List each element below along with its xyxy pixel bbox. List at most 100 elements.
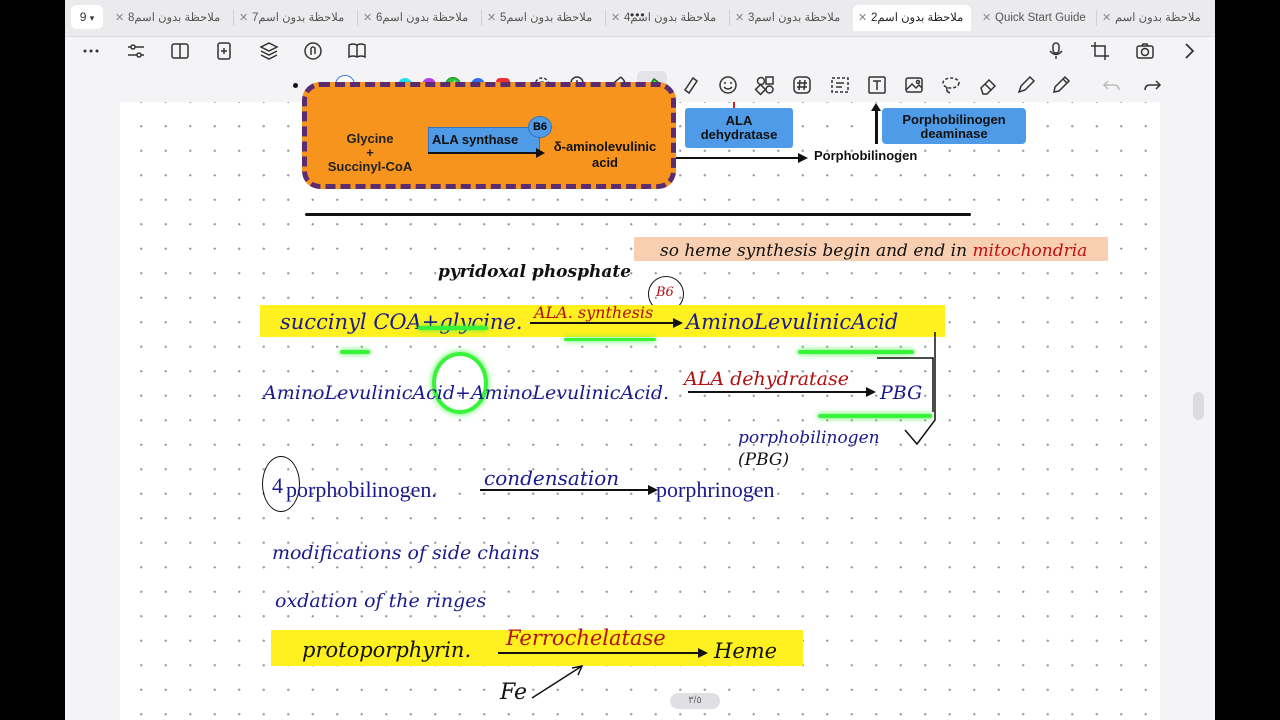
green-mark (418, 326, 488, 330)
redo-icon[interactable] (1142, 74, 1164, 96)
undo-icon[interactable] (1100, 74, 1122, 96)
note-app-window: 9 ▾ ✕ ملاحظة بدون اسم8 ✕ ملاحظة بدون اسم7 … (65, 0, 1215, 720)
diagram-succinyl-coa: Succinyl-CoA (327, 159, 413, 174)
microphone-icon[interactable] (1045, 40, 1067, 62)
line1-arrowhead (673, 318, 683, 328)
tab-label: ملاحظة بدون اسم5 (500, 12, 593, 24)
line3-reactant: porphobilinogen. (286, 477, 437, 502)
tab-count: 9 (79, 10, 87, 24)
top-toolbar (65, 36, 1215, 66)
close-icon[interactable]: ✕ (611, 5, 620, 31)
diagram-arrow-2 (676, 157, 800, 159)
tab-note-8[interactable]: ✕ ملاحظة بدون اسم8 (110, 5, 232, 31)
sliders-icon[interactable] (125, 40, 147, 62)
green-mark (564, 338, 656, 341)
pencil-icon[interactable] (1050, 74, 1072, 96)
close-icon[interactable]: ✕ (363, 5, 372, 31)
line6-arrow (498, 652, 700, 654)
close-icon[interactable]: ✕ (982, 5, 991, 31)
line3-product: porphrinogen (656, 477, 775, 502)
chevron-down-icon: ▾ (89, 13, 95, 23)
book-icon[interactable] (346, 40, 368, 62)
diagram-ala-line1: δ-aminolevulinic (553, 139, 657, 154)
note-modifications: modifications of side chains (272, 542, 540, 564)
heme-note: so heme synthesis begin and end in mitoc… (660, 241, 1087, 261)
tab-note-5[interactable]: ✕ ملاحظة بدون اسم5 (482, 5, 604, 31)
close-icon[interactable]: ✕ (735, 5, 744, 31)
close-icon[interactable]: ✕ (1102, 5, 1111, 31)
diagram-dehydratase-line2: dehydratase (700, 127, 778, 142)
note-oxidation: oxdation of the ringes (275, 590, 487, 612)
diagram-ala-line2: acid (591, 155, 618, 170)
close-icon[interactable]: ✕ (115, 5, 124, 31)
add-page-icon[interactable] (213, 40, 235, 62)
sidebar-icon[interactable] (169, 40, 191, 62)
diagram-dehydratase-line1: ALA (725, 113, 753, 128)
more-icon[interactable] (80, 40, 102, 62)
tab-note-7[interactable]: ✕ ملاحظة بدون اسم7 (234, 5, 356, 31)
tab-count-button[interactable]: 9 ▾ (71, 5, 103, 29)
diagram-substrates: Glycine + Succinyl-CoA (320, 132, 420, 174)
close-icon[interactable]: ✕ (858, 5, 867, 31)
eraser-icon[interactable] (977, 74, 999, 96)
tab-label: ملاحظة بدون اسم7 (252, 12, 345, 24)
diagram-arrow-1 (428, 152, 540, 154)
lasso-select-icon[interactable] (829, 74, 851, 96)
line6-arrowhead (698, 648, 708, 658)
lasso-icon[interactable] (940, 74, 962, 96)
iron-fe-label: Fe (500, 680, 528, 705)
pen-size-small[interactable] (293, 83, 298, 88)
enzyme-pbg-deaminase-label: Porphobilinogen deaminase (882, 113, 1026, 141)
page-indicator: ٣/٥ (670, 693, 720, 709)
fe-arrow (531, 664, 584, 699)
emoji-icon[interactable] (717, 74, 739, 96)
line2-reactants: AminoLevulinicAcid+AminoLevulinicAcid. (263, 382, 670, 404)
line6-reactant: protoporphyrin. (302, 638, 472, 662)
diagram-arrowhead-up (871, 103, 881, 111)
enzyme-ala-synthase-label: ALA synthase (432, 132, 519, 147)
line3-arrow (480, 489, 650, 491)
line2-enzyme: ALA dehydratase (684, 368, 850, 390)
tab-drag-handle[interactable]: ••• (630, 8, 646, 22)
scroll-handle[interactable] (1193, 392, 1204, 420)
pbg-fullname: porphobilinogen (738, 428, 880, 448)
tab-label: ملاحظة بدون اسم2 (871, 12, 964, 24)
inhibition-mark (733, 102, 735, 108)
tab-quick-start-guide[interactable]: ✕ Quick Start Guide (977, 5, 1095, 31)
tab-note-2-active[interactable]: ✕ ملاحظة بدون اسم2 (853, 5, 971, 31)
diagram-plus: + (366, 145, 374, 160)
line1-product: AminoLevulinicAcid (686, 310, 899, 334)
tab-label: ملاحظة بدون اسم3 (748, 12, 841, 24)
tab-note-4[interactable]: ✕ ملاحظة بدون اسم4 (606, 5, 728, 31)
tab-note-3[interactable]: ✕ ملاحظة بدون اسم3 (730, 5, 852, 31)
enzyme-ala-dehydratase-label: ALA dehydratase (685, 114, 793, 142)
shapes-icon[interactable] (754, 74, 776, 96)
pyridoxal-phosphate-label: pyridoxal phosphate (438, 262, 632, 282)
tab-note-6[interactable]: ✕ ملاحظة بدون اسم6 (358, 5, 480, 31)
tab-label: ملاحظة بدون اسم8 (128, 12, 221, 24)
marker-icon[interactable] (679, 74, 701, 96)
pbg-abbreviation: (PBG) (738, 450, 790, 470)
hashtag-icon[interactable] (791, 74, 813, 96)
note-page-canvas[interactable]: Glycine + Succinyl-CoA ALA synthase B6 δ… (120, 82, 1160, 720)
close-icon[interactable]: ✕ (487, 5, 496, 31)
tab-label: ملاحظة بدون اسم (1115, 12, 1201, 24)
tab-label: ملاحظة بدون اسم6 (376, 12, 469, 24)
hand-touch-icon[interactable] (302, 40, 324, 62)
camera-icon[interactable] (1134, 40, 1156, 62)
line3-coefficient: 4 (272, 473, 283, 498)
layers-icon[interactable] (258, 40, 280, 62)
text-box-icon[interactable] (866, 74, 888, 96)
tab-bar: 9 ▾ ✕ ملاحظة بدون اسم8 ✕ ملاحظة بدون اسم7 … (65, 0, 1215, 37)
tab-note-1[interactable]: ✕ ملاحظة بدون اسم (1097, 5, 1215, 31)
cofactor-b6-badge: B6 (528, 116, 552, 138)
image-icon[interactable] (903, 74, 925, 96)
separator-line (305, 213, 971, 216)
diagram-deaminase-line2: deaminase (920, 126, 988, 141)
crop-icon[interactable] (1089, 40, 1111, 62)
diagram-arrow-up (875, 108, 878, 144)
chevron-right-icon[interactable] (1178, 40, 1200, 62)
close-icon[interactable]: ✕ (239, 5, 248, 31)
diagram-deaminase-line1: Porphobilinogen (902, 112, 1006, 127)
pen-icon[interactable] (1015, 74, 1037, 96)
